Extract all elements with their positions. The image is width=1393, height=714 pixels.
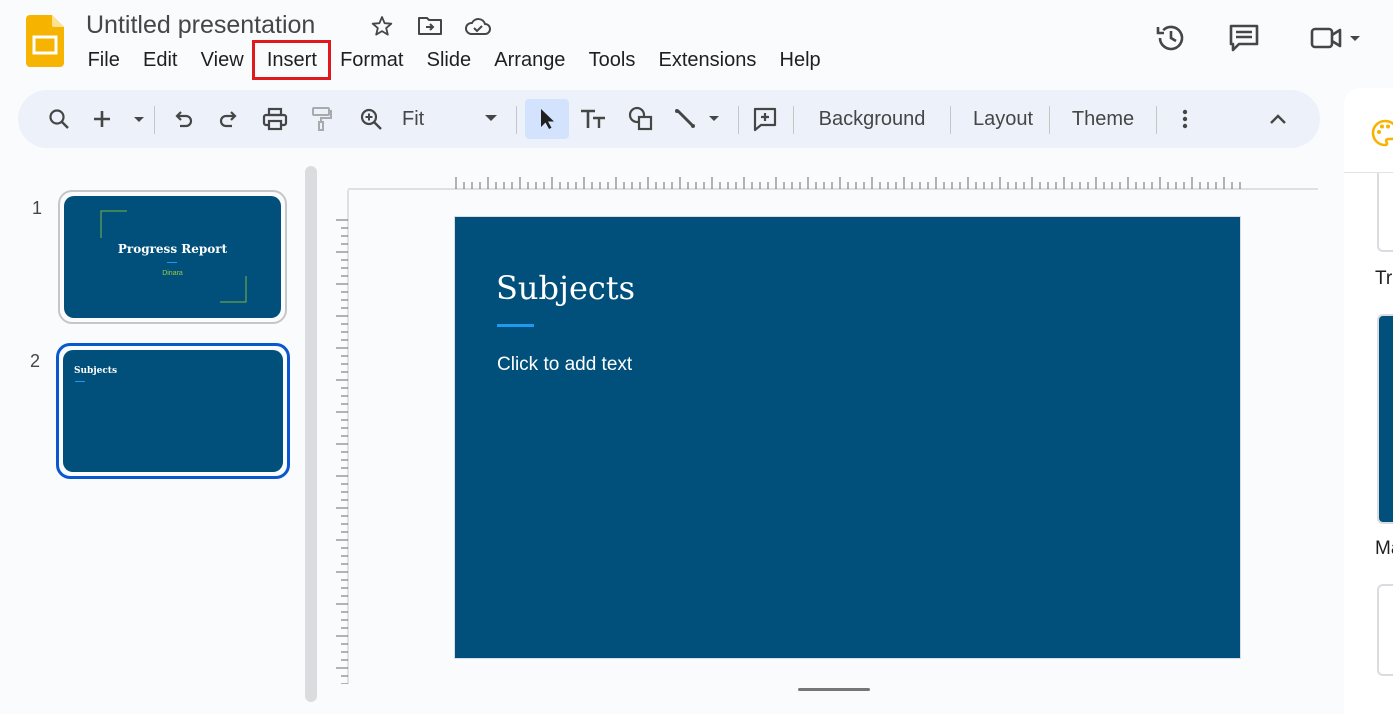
menu-format[interactable]: Format	[328, 43, 415, 77]
line-icon[interactable]	[672, 99, 730, 139]
filmstrip-scrollbar[interactable]	[305, 166, 317, 702]
toolbar-divider	[154, 106, 155, 134]
layout-button[interactable]: Layout	[958, 99, 1048, 139]
theme-preview-card[interactable]	[1377, 584, 1393, 676]
speaker-notes-handle[interactable]	[798, 688, 870, 691]
slide-thumbnail-2[interactable]: Subjects	[56, 343, 290, 479]
print-icon[interactable]	[256, 99, 294, 139]
menu-tools[interactable]: Tools	[577, 43, 647, 77]
horizontal-ruler	[348, 177, 1318, 190]
history-icon[interactable]	[1151, 18, 1191, 58]
menu-edit[interactable]: Edit	[131, 43, 189, 77]
toolbar-divider	[793, 106, 794, 134]
slide-thumbnail-preview: Subjects	[63, 350, 283, 472]
header: Untitled presentation File Edit View Ins…	[0, 0, 1393, 86]
zoom-icon[interactable]	[352, 99, 390, 139]
slide-title[interactable]: Subjects	[496, 269, 635, 307]
toolbar-divider	[950, 106, 951, 134]
google-slides-logo[interactable]	[26, 15, 64, 67]
comments-icon[interactable]	[1224, 18, 1264, 58]
side-panel-divider	[1344, 172, 1393, 173]
thumbnail-accent-line	[75, 381, 85, 382]
cloud-saved-icon[interactable]	[464, 12, 492, 40]
redo-icon[interactable]	[210, 99, 248, 139]
toolbar-divider	[1049, 106, 1050, 134]
menu-insert[interactable]: Insert	[252, 40, 332, 80]
menu-file[interactable]: File	[76, 43, 131, 77]
chevron-down-icon	[485, 115, 497, 121]
move-to-folder-icon[interactable]	[416, 12, 444, 40]
shape-icon[interactable]	[622, 99, 660, 139]
toolbar: Fit Background Layout Theme	[18, 90, 1320, 148]
vertical-ruler	[336, 190, 349, 684]
menu-help[interactable]: Help	[768, 43, 832, 77]
slide-accent-line	[497, 324, 534, 327]
background-button[interactable]: Background	[804, 99, 940, 139]
theme-name-label: Tr	[1375, 268, 1393, 289]
slide-number: 1	[31, 198, 42, 218]
thumbnail-subtitle: Dinara	[162, 270, 183, 277]
new-slide-icon[interactable]	[90, 99, 150, 139]
current-slide[interactable]: Subjects Click to add text	[454, 216, 1241, 659]
toolbar-divider	[1156, 106, 1157, 134]
slide-thumbnail-1[interactable]: Progress Report Dinara	[58, 190, 287, 324]
meet-video-icon[interactable]	[1305, 18, 1369, 58]
slide-filmstrip: 1 Progress Report Dinara 2 Subjects	[0, 160, 320, 714]
undo-icon[interactable]	[164, 99, 202, 139]
theme-label: Theme	[1071, 107, 1135, 130]
zoom-select[interactable]: Fit	[396, 99, 508, 139]
slide-body-placeholder[interactable]: Click to add text	[497, 354, 632, 376]
more-options-icon[interactable]	[1168, 99, 1202, 139]
theme-name-label: Ma	[1375, 538, 1393, 559]
theme-preview-card[interactable]	[1377, 172, 1393, 252]
theme-palette-icon[interactable]	[1370, 118, 1393, 148]
menu-slide[interactable]: Slide	[415, 43, 483, 77]
toolbar-divider	[738, 106, 739, 134]
paint-format-icon[interactable]	[302, 99, 340, 139]
background-label: Background	[818, 107, 926, 130]
slide-thumbnail-preview: Progress Report Dinara	[64, 196, 281, 318]
layout-label: Layout	[972, 107, 1034, 130]
thumbnail-title: Progress Report	[117, 242, 228, 256]
thumbnail-title: Subjects	[74, 366, 118, 376]
text-box-icon[interactable]	[574, 99, 612, 139]
theme-preview-card[interactable]	[1377, 314, 1393, 524]
select-cursor-icon[interactable]	[525, 99, 569, 139]
search-icon[interactable]	[40, 99, 78, 139]
document-title[interactable]: Untitled presentation	[86, 8, 315, 42]
corner-brackets	[100, 210, 247, 303]
menu-bar: File Edit View Insert Format Slide Arran…	[76, 40, 832, 80]
slide-number: 2	[29, 351, 40, 371]
collapse-icon[interactable]	[1260, 99, 1296, 139]
menu-view[interactable]: View	[189, 43, 255, 77]
add-comment-icon[interactable]	[746, 99, 784, 139]
menu-extensions[interactable]: Extensions	[647, 43, 768, 77]
star-icon[interactable]	[368, 12, 396, 40]
theme-button[interactable]: Theme	[1058, 99, 1148, 139]
side-panel: Tr Ma	[1344, 88, 1393, 714]
menu-arrange[interactable]: Arrange	[483, 43, 577, 77]
toolbar-divider	[516, 106, 517, 134]
zoom-value: Fit	[402, 107, 425, 130]
